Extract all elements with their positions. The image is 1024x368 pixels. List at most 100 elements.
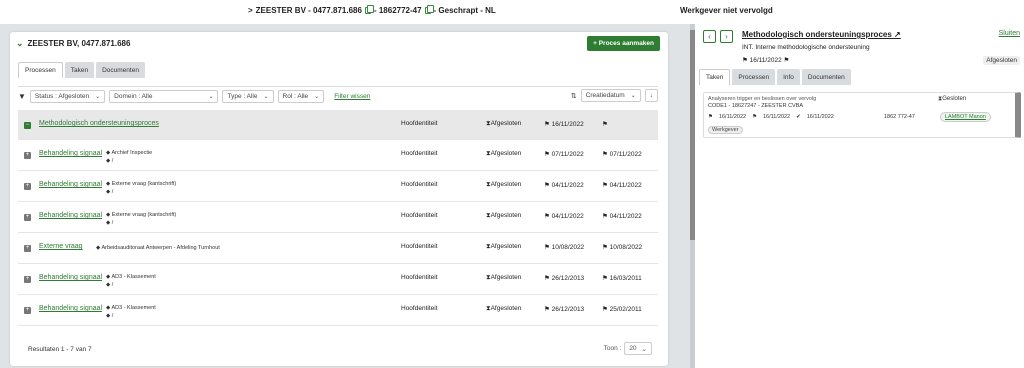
domein-filter-label: Domein : Alle [114,93,153,100]
flag-icon: ⚑ [544,151,550,158]
tag-icon: ◆ [106,212,111,218]
process-row[interactable]: + Behandeling signaal ◆ Archief Inspectie ◆… [18,140,658,171]
flag-icon: ⚑ [544,121,550,128]
status-cell: ⧗Afgesloten [486,305,521,313]
chevron-down-icon[interactable]: ⌄ [16,38,24,49]
expand-icon[interactable]: − [24,122,31,129]
end-date-cell: ⚑ 04/11/2022 [602,212,642,220]
process-name-link[interactable]: Methodologisch ondersteuningsproces [39,120,159,127]
process-row[interactable]: + Behandeling signaal ◆ Externe vraag (kan… [18,171,658,202]
sort-select[interactable]: Creatiedatum ⌄ [580,89,641,102]
start-date-cell: ⚑ 26/12/2013 [544,305,584,313]
task-code: CODE1 - 18627247 - ZEESTER CVBA [708,103,804,109]
tag-label: AD3 - Klassement [111,274,156,280]
start-date-cell: ⚑ 16/11/2022 [544,120,584,128]
expand-icon[interactable]: + [24,276,31,283]
tag-label: AD3 - Klassement [111,305,156,311]
flag-icon: ⚑ [602,213,608,220]
process-row[interactable]: + Externe vraag ◆ Arbeidsauditoraat Antwer… [18,233,658,264]
tag-label: / [111,220,114,226]
rol-filter[interactable]: Rol : Alle ⌄ [277,90,325,103]
expand-icon[interactable]: + [24,245,31,252]
previous-button[interactable]: ‹ [703,30,716,43]
start-date: 04/11/2022 [551,213,584,220]
detail-title[interactable]: Methodologisch ondersteuningsproces ↗ [742,30,901,39]
case-number: - 1862772-47 [373,6,422,15]
tag-icon: ◆ [106,181,111,187]
chevron-down-icon: ⌄ [641,345,647,353]
tag-icon: ◆ [106,150,111,156]
tab-info[interactable]: Info [777,69,800,85]
end-date-cell: ⚑ 16/03/2011 [602,274,642,282]
clear-filters-link[interactable]: Filter wissen [334,93,370,100]
sort-icon[interactable]: ⇅ [571,92,577,100]
sort-direction-button[interactable]: ↓ [644,89,658,102]
task-date-1: 16/11/2022 [718,114,747,120]
end-date: 04/11/2022 [609,182,642,189]
flag-icon: ⚑ [602,151,608,158]
tab-processen[interactable]: Processen [18,62,63,78]
process-name-link[interactable]: Behandeling signaal [39,212,102,219]
status-filter[interactable]: Status : Afgesloten ⌄ [29,90,106,103]
process-name-link[interactable]: Behandeling signaal [39,150,102,157]
process-name-link[interactable]: Behandeling signaal [39,181,102,188]
process-row[interactable]: + Behandeling signaal ◆ Externe vraag (kan… [18,202,658,233]
end-date-cell: ⚑ [602,120,608,128]
detail-date: ⚑ 16/11/2022 ⚑ [742,56,789,64]
process-name-link[interactable]: Externe vraag [39,243,83,250]
close-link[interactable]: Sluiten [999,30,1020,37]
panel-title: ZEESTER BV, 0477.871.686 [27,39,131,48]
next-button[interactable]: › [720,30,733,43]
expand-icon[interactable]: + [24,183,31,190]
end-date: 16/03/2011 [609,275,642,282]
flag-icon: ⚑ [602,121,608,128]
task-tag: Werkgever [708,126,743,134]
start-date: 07/11/2022 [551,151,584,158]
status-text: Afgesloten [490,120,522,127]
tag-icon: ◆ [106,220,111,226]
tab-processen[interactable]: Processen [732,69,776,85]
entity-cell: Hoofdentiteit [401,181,438,188]
process-tags: ◆ Archief Inspectie ◆ / [106,149,152,165]
tag-label: / [111,313,114,319]
detail-tabs: Taken Processen Info Documenten [699,69,851,85]
status-badge: Afgesloten [983,56,1020,65]
task-date-2: 16/11/2022 [763,114,791,120]
process-name-link[interactable]: Behandeling signaal [39,274,102,281]
show-label: Toon : [603,345,622,352]
page-size-select[interactable]: 20 ⌄ [624,342,652,355]
status-cell: ⧗Afgesloten [486,150,521,158]
copy-icon[interactable] [364,5,374,14]
expand-icon[interactable]: + [24,307,31,314]
tag-icon: ◆ [106,158,111,164]
panel-header[interactable]: ⌄ ZEESTER BV, 0477.871.686 [16,38,130,49]
flag-icon: ⚑ [602,244,608,251]
flag-icon: ⚑ [544,213,550,220]
case-status: - Geschrapt - NL [433,6,496,15]
filter-icon: ▼ [18,92,26,101]
tab-taken[interactable]: Taken [699,69,731,85]
task-card[interactable]: Analyseren trigger en beslissen over ver… [703,92,1021,138]
process-row[interactable]: + Behandeling signaal ◆ AD3 - Klassement ◆ … [18,295,658,326]
type-filter[interactable]: Type : Alle ⌄ [222,90,274,103]
process-name-link[interactable]: Behandeling signaal [39,305,102,312]
flag-icon: ⚑ [742,57,748,64]
tab-taken[interactable]: Taken [64,62,95,78]
process-tags: ◆ AD3 - Klassement ◆ / [106,304,156,320]
end-date-cell: ⚑ 10/08/2022 [602,243,642,251]
type-filter-label: Type : Alle [227,93,258,100]
process-row[interactable]: + Behandeling signaal ◆ AD3 - Klassement ◆ … [18,264,658,295]
domein-filter[interactable]: Domein : Alle ⌄ [109,90,219,103]
tab-documenten[interactable]: Documenten [96,62,145,78]
add-process-button[interactable]: + Proces aanmaken [587,36,660,51]
expand-icon[interactable]: + [24,214,31,221]
results-count: Resultaten 1 - 7 van 7 [28,346,92,353]
assignee-badge[interactable]: LAMBOT Manon [940,112,991,122]
copy-icon[interactable] [424,5,434,14]
page-size-value: 20 [629,345,637,352]
detail-subtitle: INT. Interne methodologische ondersteuni… [742,44,870,51]
flag-icon: ⚑ [602,275,608,282]
process-row[interactable]: − Methodologisch ondersteuningsproces Hoof… [18,110,658,140]
expand-icon[interactable]: + [24,152,31,159]
tab-documenten[interactable]: Documenten [801,69,851,85]
